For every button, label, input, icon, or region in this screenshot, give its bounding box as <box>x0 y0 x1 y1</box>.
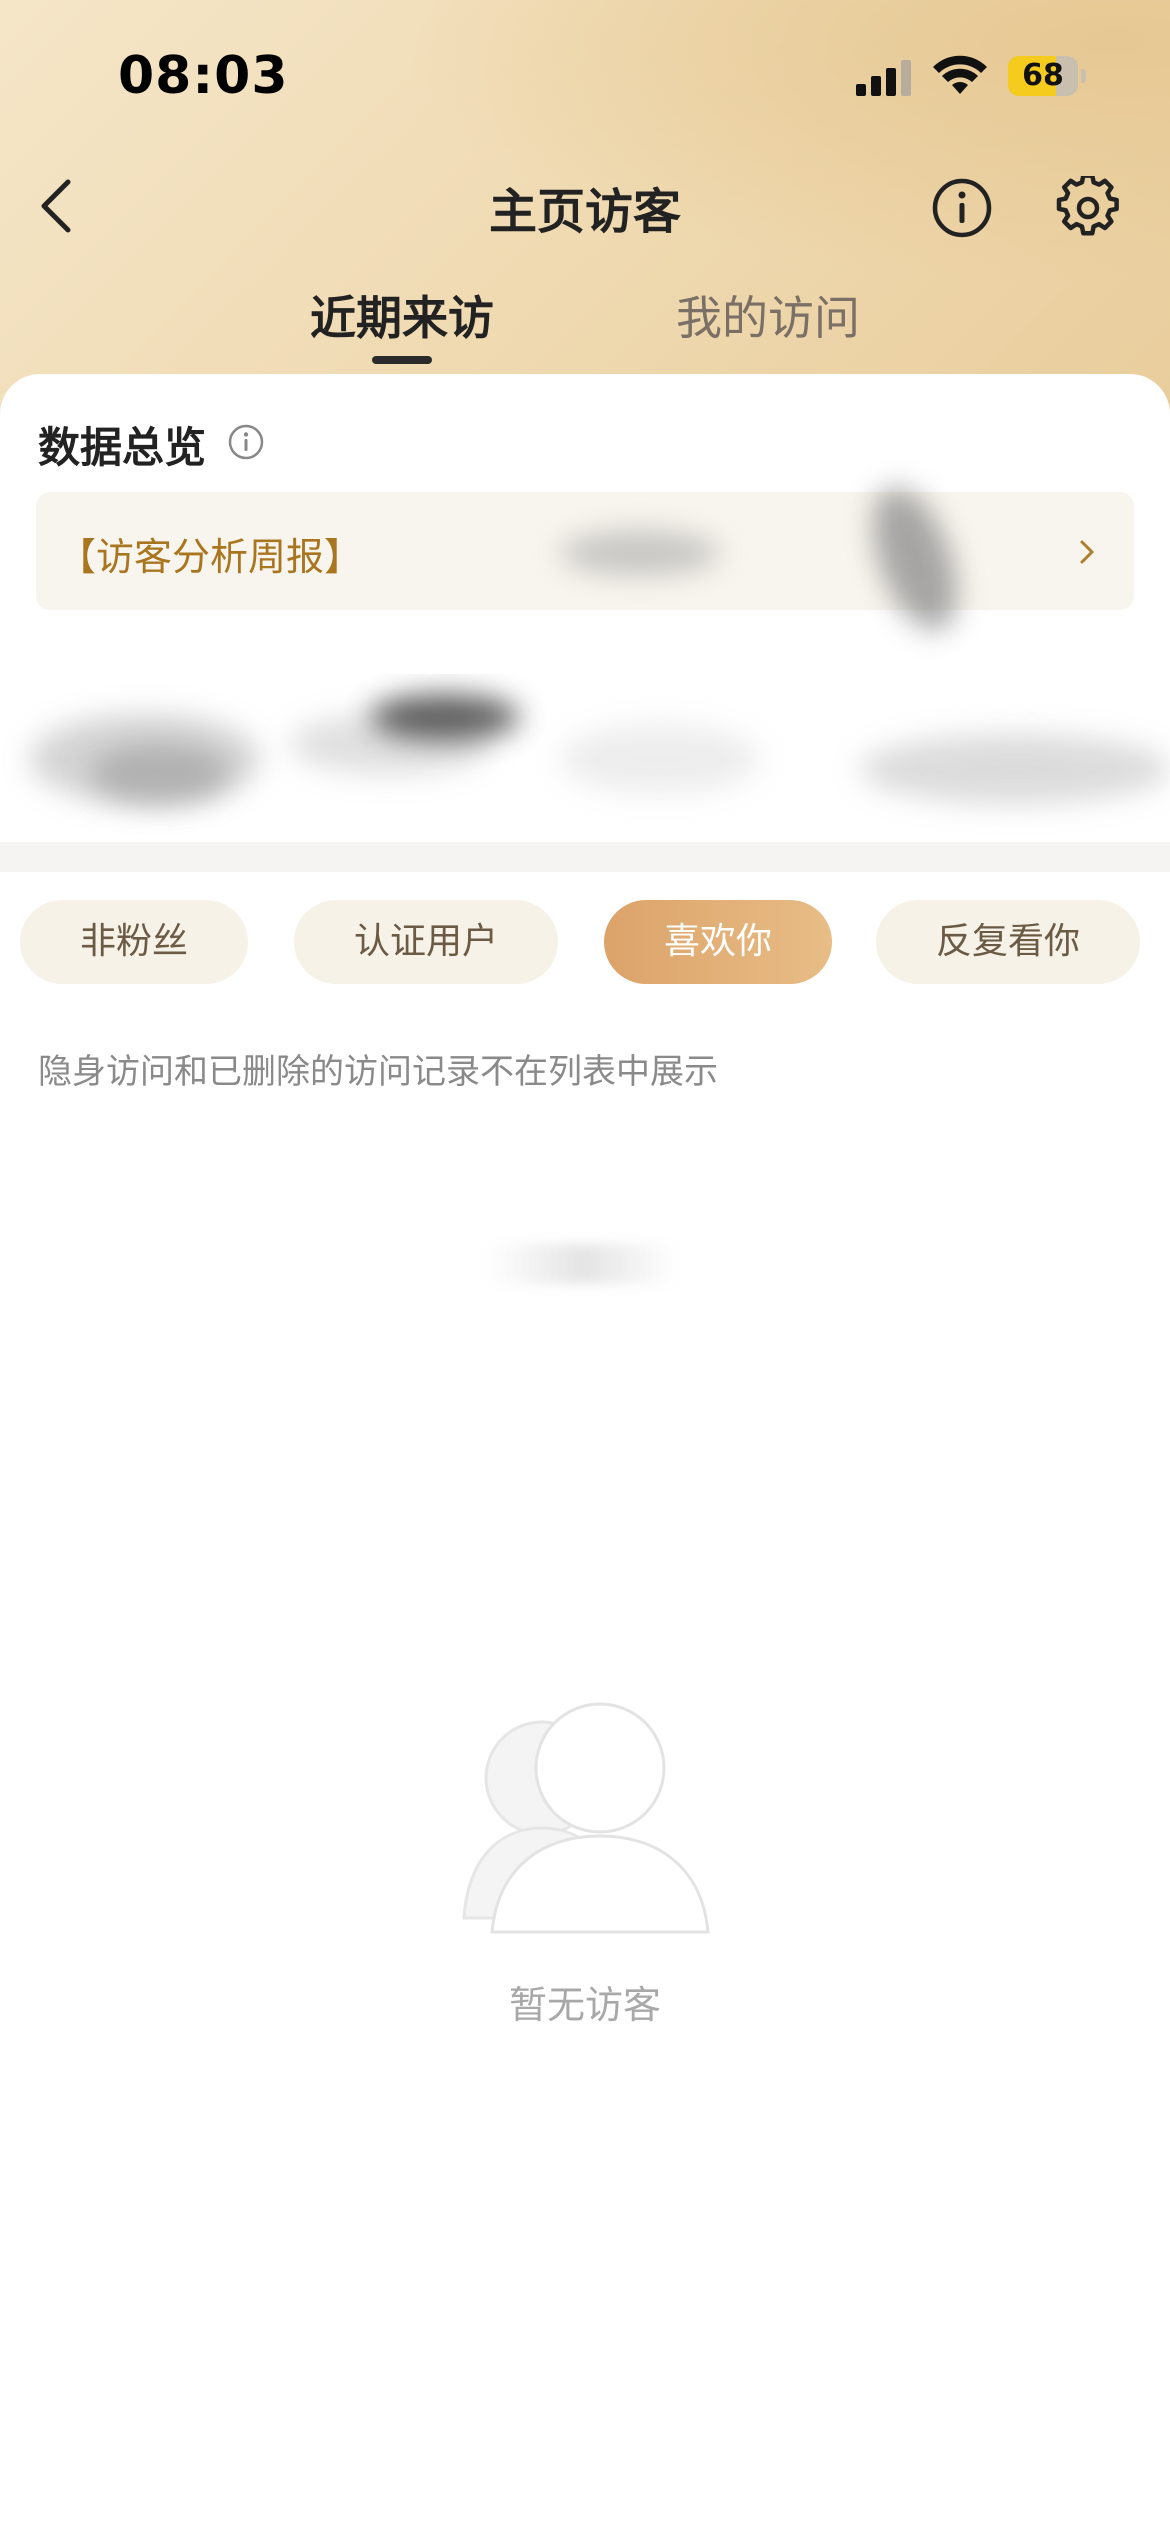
weekly-report-label: 【访客分析周报】 <box>58 535 363 579</box>
tab-recent-visits[interactable]: 近期来访 <box>272 282 532 348</box>
filter-chips: 非粉丝 认证用户 喜欢你 反复看你 <box>0 900 1170 990</box>
wifi-icon <box>933 55 987 94</box>
status-time: 08:03 <box>118 46 289 106</box>
tab-bar: 近期来访 我的访问 <box>0 272 1170 372</box>
filter-likes-you[interactable]: 喜欢你 <box>604 900 832 984</box>
redacted-stats <box>0 674 1170 854</box>
gear-icon[interactable] <box>1056 176 1120 240</box>
filter-verified-users[interactable]: 认证用户 <box>294 900 558 984</box>
status-bar: 08:03 68 <box>0 0 1170 150</box>
redacted-blur <box>560 530 720 576</box>
content-card: 数据总览 【访客分析周报】 非粉丝 认证用户 喜欢你 反复看你 隐身访问和已删除… <box>0 374 1170 2532</box>
signal-icon <box>856 60 911 96</box>
page-title: 主页访客 <box>488 184 681 240</box>
empty-state-text: 暂无访客 <box>508 1983 661 2027</box>
section-divider <box>0 842 1170 872</box>
filter-non-fans[interactable]: 非粉丝 <box>20 900 248 984</box>
battery-icon: 68 <box>1008 56 1088 96</box>
info-icon[interactable] <box>930 176 994 240</box>
privacy-notice: 隐身访问和已删除的访问记录不在列表中展示 <box>38 1052 718 1092</box>
tab-my-visits[interactable]: 我的访问 <box>638 282 898 348</box>
tab-indicator <box>372 356 432 364</box>
empty-visitors-icon <box>462 1702 710 1934</box>
navigation-bar: 主页访客 <box>0 150 1170 270</box>
overview-title: 数据总览 <box>38 423 207 472</box>
info-icon[interactable] <box>226 422 266 462</box>
battery-percentage: 68 <box>1022 58 1064 93</box>
chevron-right-icon <box>1080 540 1094 564</box>
filter-repeat-viewers[interactable]: 反复看你 <box>876 900 1140 984</box>
redacted-blur <box>488 1244 678 1284</box>
